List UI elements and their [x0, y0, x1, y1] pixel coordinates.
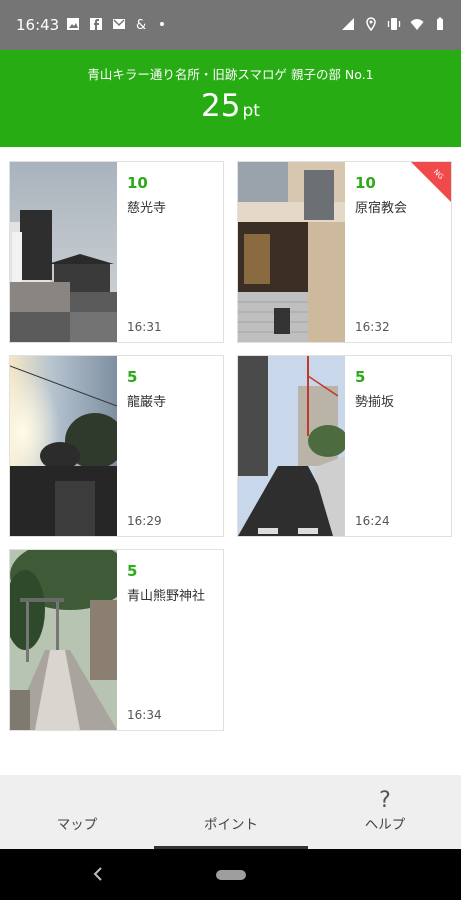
checkpoint-card[interactable]: 5 青山熊野神社 16:34 [9, 549, 224, 731]
image-icon [66, 17, 80, 31]
checkpoint-card[interactable]: NG 10 原宿教会 16:32 [237, 161, 452, 343]
battery-icon [433, 17, 447, 31]
system-navigation-bar [0, 849, 461, 900]
checkpoint-time: 16:24 [355, 514, 390, 528]
vibrate-icon [387, 17, 401, 31]
status-bar: 16:43 & [0, 0, 461, 50]
checkpoint-name: 龍巌寺 [127, 395, 167, 410]
nav-points[interactable]: ポイント [154, 775, 308, 849]
checkpoint-time: 16:32 [355, 320, 390, 334]
checkpoint-photo [238, 162, 345, 342]
nav-help[interactable]: ? ヘルプ [308, 775, 461, 849]
checkpoint-card[interactable]: 10 慈光寺 16:31 [9, 161, 224, 343]
event-title: 青山キラー通り名所・旧跡スマロゲ 親子の部 No.1 [87, 67, 374, 82]
checkpoint-photo [238, 356, 345, 536]
checkpoint-points: 5 [127, 562, 138, 580]
facebook-icon [89, 17, 103, 31]
svg-text:&: & [136, 18, 146, 31]
system-icons [341, 17, 447, 31]
checkpoint-card[interactable]: 5 勢揃坂 16:24 [237, 355, 452, 537]
total-points-unit: pt [242, 101, 260, 121]
checkpoint-points: 5 [127, 368, 138, 386]
wifi-calling-icon [341, 17, 355, 31]
ampersand-icon: & [135, 17, 149, 31]
checkpoint-time: 16:29 [127, 514, 162, 528]
checkpoint-points: 5 [355, 368, 366, 386]
checkpoint-points: 10 [355, 174, 376, 192]
help-icon: ? [379, 788, 391, 813]
wifi-icon [410, 17, 424, 31]
location-icon [364, 17, 378, 31]
total-points-value: 25 [201, 88, 241, 124]
status-time: 16:43 [16, 16, 60, 34]
checkpoint-name: 原宿教会 [355, 201, 408, 216]
nav-map-label: マップ [56, 817, 98, 833]
bottom-navigation: マップ ポイント ? ヘルプ [0, 775, 461, 849]
back-icon[interactable] [90, 865, 108, 883]
checkpoint-photo [10, 356, 117, 536]
total-points: 25 pt [0, 88, 461, 124]
ng-ribbon-badge: NG [411, 162, 451, 202]
checkpoint-time: 16:34 [127, 708, 162, 722]
home-pill[interactable] [216, 870, 246, 880]
score-header: 青山キラー通り名所・旧跡スマロゲ 親子の部 No.1 25 pt [0, 50, 461, 147]
notification-icons: & [66, 17, 164, 31]
nav-map[interactable]: マップ [0, 775, 154, 849]
checkpoint-name: 勢揃坂 [355, 395, 395, 410]
checkpoint-photo [10, 550, 117, 730]
checkpoint-points: 10 [127, 174, 148, 192]
dot-icon [160, 22, 164, 26]
nav-points-label: ポイント [204, 817, 258, 833]
checkpoint-time: 16:31 [127, 320, 162, 334]
gmail-icon [112, 17, 126, 31]
checkpoint-card[interactable]: 5 龍巌寺 16:29 [9, 355, 224, 537]
checkpoint-photo [10, 162, 117, 342]
checkpoint-name: 慈光寺 [127, 201, 167, 216]
checkpoint-name: 青山熊野神社 [127, 589, 206, 604]
nav-help-label: ヘルプ [364, 817, 406, 833]
